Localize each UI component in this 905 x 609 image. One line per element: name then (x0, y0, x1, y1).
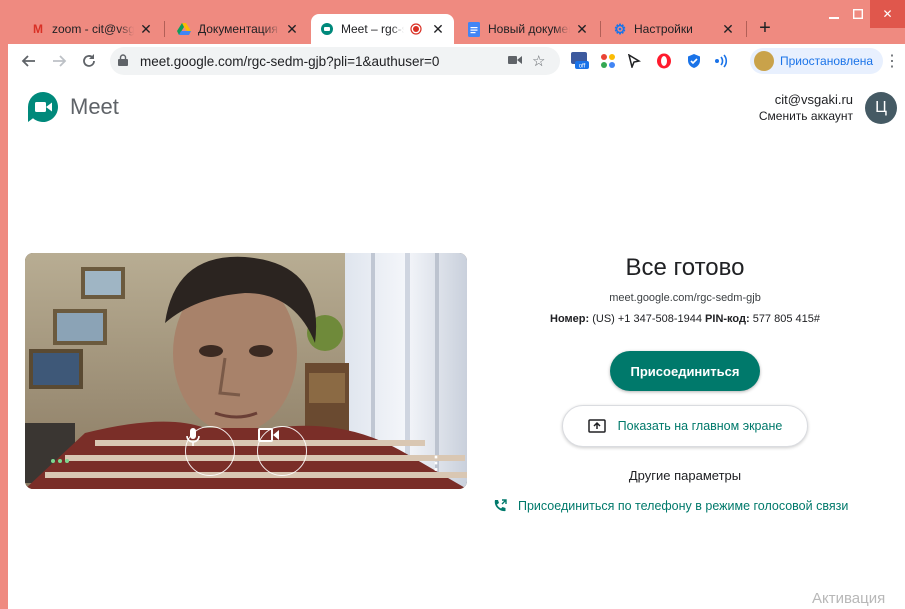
microphone-icon (186, 428, 200, 446)
present-button[interactable]: Показать на главном экране (562, 405, 808, 447)
close-icon[interactable]: ✕ (138, 21, 154, 37)
close-icon[interactable]: ✕ (720, 21, 736, 37)
phone-forward-icon (494, 499, 507, 512)
avatar[interactable]: Ц (865, 92, 897, 124)
meet-page: Meet cit@vsgaki.ru Сменить аккаунт Ц ⋮ В… (8, 78, 905, 609)
address-bar[interactable]: meet.google.com/rgc-sedm-gjb?pli=1&authu… (110, 47, 560, 75)
audio-level-indicator (51, 459, 69, 463)
window-close-icon[interactable]: ✕ (870, 0, 905, 28)
docs-icon (466, 21, 482, 37)
account-info: cit@vsgaki.ru Сменить аккаунт (759, 92, 853, 123)
shield-icon[interactable] (684, 51, 704, 71)
ready-title: Все готово (625, 254, 745, 281)
present-label: Показать на главном экране (617, 419, 783, 433)
opera-icon[interactable] (654, 51, 674, 71)
join-by-phone-link[interactable]: Присоединиться по телефону в режиме голо… (492, 498, 848, 514)
profile-avatar (754, 51, 774, 71)
switch-account-link[interactable]: Сменить аккаунт (759, 109, 853, 123)
tab-strip: M zoom - cit@vsgaki.ru ✕ Документация – … (0, 0, 905, 44)
tab-docs[interactable]: Новый документ ✕ (458, 14, 598, 44)
browser-menu-icon[interactable]: ⋮ (884, 51, 900, 71)
back-arrow-icon[interactable] (14, 46, 44, 76)
extension-off-icon[interactable]: off (570, 51, 590, 71)
bookmark-star-icon[interactable]: ☆ (532, 52, 552, 70)
url-text: meet.google.com/rgc-sedm-gjb?pli=1&authu… (140, 53, 440, 69)
tab-title: zoom - cit@vsgaki.ru (52, 22, 134, 36)
lock-icon (118, 54, 132, 68)
pin-label: PIN-код: (705, 313, 750, 325)
record-dot-icon (408, 21, 424, 37)
dial-label: Номер: (550, 313, 590, 325)
camera-in-use-icon[interactable] (508, 54, 524, 68)
tab-drive[interactable]: Документация – Google ✕ (168, 14, 308, 44)
meet-icon (319, 21, 335, 37)
present-screen-icon (587, 419, 606, 433)
account-email: cit@vsgaki.ru (774, 92, 853, 107)
maximize-icon[interactable] (846, 0, 870, 28)
extension-cursor-icon[interactable] (624, 51, 644, 71)
tab-title: Настройки (634, 22, 693, 36)
tab-title: Meet – rgc-sedm-gjb (341, 22, 404, 36)
dial-in-info: Номер: (US) +1 347-508-1944 PIN-код: 577… (488, 313, 882, 325)
meet-logo-icon (28, 92, 58, 122)
join-by-phone-label: Присоединиться по телефону в режиме голо… (518, 499, 849, 513)
app-name: Meet (70, 94, 119, 119)
meet-logo[interactable]: Meet (26, 90, 119, 124)
read-aloud-icon[interactable] (712, 51, 732, 71)
forward-arrow-icon[interactable] (44, 46, 74, 76)
tab-gmail[interactable]: M zoom - cit@vsgaki.ru ✕ (22, 14, 162, 44)
camera-preview: ⋮ (25, 253, 467, 489)
join-button[interactable]: Присоединиться (610, 351, 760, 391)
profile-button[interactable]: Приостановлена (750, 48, 884, 74)
minimize-icon[interactable] (822, 0, 846, 28)
new-tab-button[interactable]: + (754, 17, 776, 39)
close-icon[interactable]: ✕ (284, 21, 300, 37)
tab-title: Новый документ (488, 22, 570, 36)
settings-gear-icon: ⚙ (613, 20, 627, 37)
svg-text:off: off (579, 64, 586, 70)
microphone-button[interactable] (185, 426, 235, 476)
reload-icon[interactable] (74, 46, 104, 76)
close-icon[interactable]: ✕ (574, 21, 590, 37)
camera-icon (258, 428, 279, 442)
tab-meet[interactable]: Meet – rgc-sedm-gjb ✕ (311, 14, 454, 44)
gmail-icon: M (33, 22, 43, 36)
pin-value: 577 805 415# (749, 313, 820, 325)
activation-watermark: Активация (812, 590, 886, 607)
close-icon[interactable]: ✕ (430, 21, 446, 37)
camera-frame (25, 253, 467, 489)
extension-dots-icon[interactable] (598, 51, 618, 71)
browser-toolbar: meet.google.com/rgc-sedm-gjb?pli=1&authu… (8, 44, 905, 78)
other-options-link[interactable]: Другие параметры (488, 468, 882, 483)
tab-settings[interactable]: ⚙ Настройки ✕ (604, 14, 744, 44)
camera-button[interactable] (257, 426, 307, 476)
drive-icon (176, 21, 192, 37)
tab-title: Документация – Google (198, 22, 280, 36)
meeting-url: meet.google.com/rgc-sedm-gjb (609, 292, 761, 304)
more-options-icon[interactable]: ⋮ (427, 453, 445, 474)
dial-number: (US) +1 347-508-1944 (589, 313, 706, 325)
profile-status: Приостановлена (780, 54, 874, 68)
